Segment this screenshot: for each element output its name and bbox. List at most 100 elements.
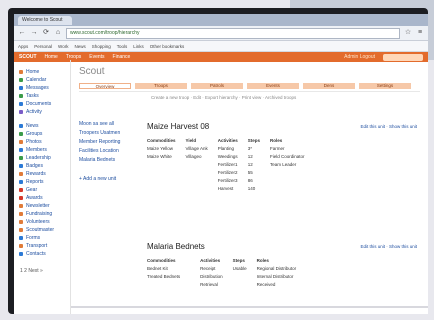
sidebar-item-icon <box>19 110 23 114</box>
sidebar-item[interactable]: Leadership <box>14 154 70 162</box>
sidebar-item-label: Contacts <box>26 251 46 257</box>
browser-navbar: ← → ⟳ ⌂ www.scout.com/troop/hierarchy ☆ … <box>14 26 428 41</box>
reload-icon[interactable]: ⟳ <box>42 29 50 37</box>
column-cell: Bednet Kit <box>147 266 168 271</box>
forward-icon[interactable]: → <box>30 29 38 37</box>
bookmark-item[interactable]: Tools <box>117 44 128 49</box>
sidebar-item-icon <box>19 78 23 82</box>
sidebar-item-label: Leadership <box>26 155 51 161</box>
star-icon[interactable]: ☆ <box>404 29 412 37</box>
sidebar-item-label: Tasks <box>26 93 39 99</box>
sidebar-item-label: Badges <box>26 163 43 169</box>
address-bar[interactable]: www.scout.com/troop/hierarchy <box>66 27 400 39</box>
column-cell: Internal Distributor <box>256 274 294 279</box>
bookmark-item[interactable]: Work <box>58 44 68 49</box>
sidebar-item[interactable]: Scoutmaster <box>14 226 70 234</box>
sidebar-item[interactable]: Badges <box>14 162 70 170</box>
troop-column: Yield Village Ank Villageo <box>186 137 208 193</box>
tab-overview[interactable]: Overview <box>79 83 131 89</box>
bookmark-item[interactable]: Other bookmarks <box>150 44 185 49</box>
tab-dens[interactable]: Dens <box>303 83 355 89</box>
browser-window: Welcome to Scout ← → ⟳ ⌂ www.scout.com/t… <box>14 14 428 314</box>
sidebar-item-icon <box>19 228 23 232</box>
sidebar-item[interactable]: Tasks <box>14 92 70 100</box>
sidebar-item[interactable]: Volunteers <box>14 218 70 226</box>
column-cell: Team Leader <box>269 162 297 167</box>
browser-tab[interactable]: Welcome to Scout <box>18 15 72 25</box>
sidebar-item[interactable]: Awards <box>14 194 70 202</box>
sidebar-item-icon <box>19 220 23 224</box>
troop-links[interactable]: Edit this unit · Show this unit <box>360 124 417 129</box>
sidebar-item[interactable]: Members <box>14 146 70 154</box>
sidebar-item[interactable]: Fundraising <box>14 210 70 218</box>
sub-navigation[interactable]: Create a new troop · Edit · Export hiera… <box>151 95 420 100</box>
sidebar-item[interactable]: Rewards <box>14 170 70 178</box>
sidebar-item[interactable]: Contacts <box>14 250 70 258</box>
sidebar-item[interactable]: Forms <box>14 234 70 242</box>
column-cell: 12 <box>247 162 253 167</box>
sidebar-item[interactable]: Reports <box>14 178 70 186</box>
troop-column: Activities Planting Weedings Fertilizer1 Fer… <box>218 137 238 193</box>
column-cell: Regional Distributor <box>256 266 297 271</box>
footer-divider <box>71 306 428 308</box>
sidebar-item-icon <box>19 164 23 168</box>
sidebar-item[interactable]: Gear <box>14 186 70 194</box>
tab-events[interactable]: Events <box>247 83 299 89</box>
sidebar-item[interactable]: Newsletter <box>14 202 70 210</box>
column-header: Steps <box>232 258 245 263</box>
unit-nav-item[interactable]: Moon sa see all <box>79 120 137 129</box>
column-cell: 140 <box>247 186 256 191</box>
troop-column: Commodities Bednet Kit Treated Bednets <box>147 257 180 289</box>
column-cell: Fertilizer3 <box>217 178 238 183</box>
sidebar-item[interactable]: Transport <box>14 242 70 250</box>
sidebar-item-label: Groups <box>26 131 43 137</box>
sidebar-item[interactable]: Calendar <box>14 76 70 84</box>
sidebar-item[interactable]: Groups <box>14 130 70 138</box>
sidebar-pager[interactable]: 1 2 Next » <box>14 268 70 274</box>
menu-icon[interactable]: ≡ <box>416 29 424 37</box>
sidebar-item-icon <box>19 204 23 208</box>
unit-nav-item[interactable]: Facilities Location <box>79 147 137 156</box>
troop-links[interactable]: Edit this unit · Show this unit <box>360 244 417 249</box>
sidebar-item[interactable]: Home <box>14 68 70 76</box>
sidebar-item[interactable]: Activity <box>14 108 70 116</box>
home-icon[interactable]: ⌂ <box>54 29 62 37</box>
tab-patrols[interactable]: Patrols <box>191 83 243 89</box>
sidebar-item-label: Transport <box>26 243 48 249</box>
unit-nav-item[interactable]: Member Reporting <box>79 138 137 147</box>
troop-card: Maize Harvest 08 Edit this unit · Show t… <box>147 122 417 193</box>
sidebar-item[interactable]: Messages <box>14 84 70 92</box>
add-unit-link[interactable]: + Add a new unit <box>79 175 137 184</box>
sidebar-item-icon <box>19 244 23 248</box>
unit-nav-item[interactable]: Malaria Bednets <box>79 156 137 165</box>
back-icon[interactable]: ← <box>18 29 26 37</box>
sidebar-item[interactable]: Documents <box>14 100 70 108</box>
sidebar-item-icon <box>19 252 23 256</box>
sidebar: Home Calendar Messages Tasks Documents Activi… <box>14 60 71 314</box>
sidebar-item[interactable]: Photos <box>14 138 70 146</box>
column-header: Activities <box>200 258 221 263</box>
tab-settings[interactable]: Settings <box>359 83 411 89</box>
column-cell: Planting <box>217 146 234 151</box>
bookmark-item[interactable]: Personal <box>34 44 52 49</box>
troop-column: Roles Farmer Field Coordinator Team Leader <box>270 137 305 193</box>
unit-nav-item[interactable]: Troopers Usatmen <box>79 129 137 138</box>
sidebar-item-label: Rewards <box>26 171 46 177</box>
bookmark-item[interactable]: Shopping <box>92 44 111 49</box>
bookmark-item[interactable]: News <box>74 44 85 49</box>
sidebar-item-icon <box>19 180 23 184</box>
column-cell: 86 <box>247 178 253 183</box>
sidebar-item-icon <box>19 124 23 128</box>
sidebar-item[interactable]: News <box>14 122 70 130</box>
troop-card: Malaria Bednets Edit this unit · Show th… <box>147 242 417 289</box>
sidebar-item-label: Messages <box>26 85 49 91</box>
bookmark-item[interactable]: Links <box>133 44 144 49</box>
column-header: Commodities <box>147 258 176 263</box>
sidebar-item-label: Calendar <box>26 77 47 83</box>
sidebar-item-icon <box>19 70 23 74</box>
sidebar-item-label: Awards <box>26 195 43 201</box>
tab-troops[interactable]: Troops <box>135 83 187 89</box>
bookmark-item[interactable]: Apps <box>18 44 28 49</box>
browser-titlebar: Welcome to Scout <box>14 14 428 26</box>
sidebar-item-label: Activity <box>26 109 42 115</box>
